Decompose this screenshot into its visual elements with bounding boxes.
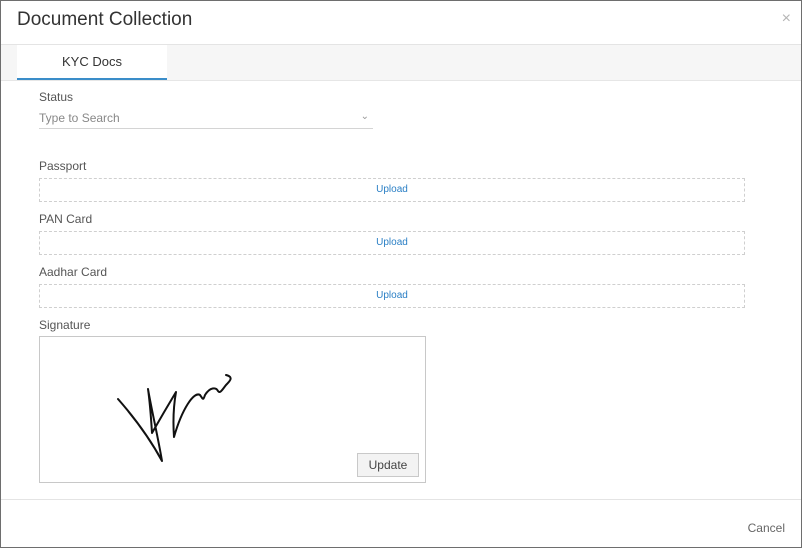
aadhar-card-upload-link[interactable]: Upload [376,290,408,301]
status-select[interactable]: Type to Search ⌄ [39,109,373,129]
status-label: Status [39,90,74,104]
chevron-down-icon: ⌄ [360,111,369,122]
update-signature-button[interactable]: Update [357,453,419,477]
signature-pad[interactable]: Update [39,336,426,483]
passport-upload-zone[interactable]: Upload [39,178,745,202]
status-placeholder: Type to Search [39,111,120,125]
pan-card-label: PAN Card [39,212,93,226]
close-icon[interactable]: × [782,11,791,27]
passport-label: Passport [39,159,87,173]
signature-label: Signature [39,318,91,332]
dialog-title: Document Collection [17,9,193,30]
tab-kyc-docs[interactable]: KYC Docs [17,45,167,80]
passport-upload-link[interactable]: Upload [376,184,408,195]
aadhar-card-upload-zone[interactable]: Upload [39,284,745,308]
document-collection-dialog: Document Collection × KYC Docs Status Ty… [0,0,802,548]
pan-card-upload-zone[interactable]: Upload [39,231,745,255]
pan-card-upload-link[interactable]: Upload [376,237,408,248]
cancel-button[interactable]: Cancel [748,521,785,535]
dialog-header: Document Collection × [1,1,801,45]
dialog-footer: Cancel [1,499,801,548]
aadhar-card-label: Aadhar Card [39,265,108,279]
tab-bar: KYC Docs [1,45,801,81]
